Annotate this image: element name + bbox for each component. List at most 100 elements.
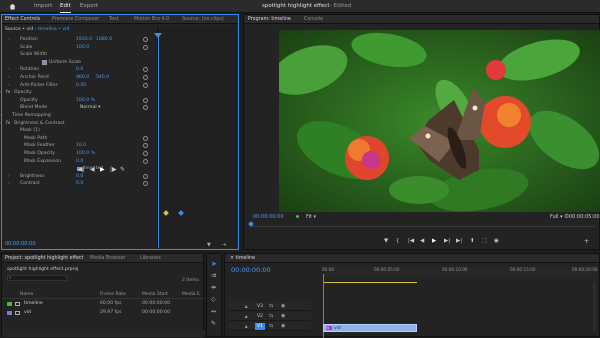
track-forward-icon[interactable]: |▶	[110, 166, 117, 173]
expand-chevron-icon[interactable]: ›	[8, 66, 10, 74]
track-select-icon[interactable]: ⇉	[211, 272, 216, 279]
expand-chevron-icon[interactable]: ›	[0, 89, 2, 97]
effect-row-value[interactable]: 0.0	[76, 173, 83, 181]
toggle-output-icon[interactable]: ◉	[281, 313, 285, 319]
effect-row[interactable]: Scale Width	[2, 51, 152, 59]
export-icon[interactable]: ⇥	[222, 242, 226, 248]
tab-timeline[interactable]: ✕ timeline	[230, 254, 255, 263]
lift-icon[interactable]: ⬆	[470, 238, 475, 244]
reset-keyframe-icon[interactable]	[143, 143, 148, 149]
track-label[interactable]: V1	[255, 323, 265, 330]
track-header-v2[interactable]: 🔒︎ V2 ⇆ ◉	[229, 312, 311, 321]
reset-keyframe-icon[interactable]	[143, 158, 148, 164]
reset-keyframe-icon[interactable]	[143, 97, 148, 103]
mark-out-icon[interactable]: {	[396, 238, 400, 244]
effect-row[interactable]: › Anti-flicker Filter 0.00	[2, 82, 152, 90]
ripple-edit-icon[interactable]: ⇹	[211, 284, 216, 291]
play-forward-icon[interactable]: ▶	[100, 166, 105, 173]
tab-program[interactable]: Program: timeline	[248, 15, 291, 24]
play-icon[interactable]: ▶	[432, 238, 436, 244]
effect-row[interactable]: Scale 100.0	[2, 44, 152, 52]
effect-row-value[interactable]: 0.00	[76, 82, 86, 90]
reset-keyframe-icon[interactable]	[143, 173, 148, 179]
effect-row[interactable]: Mask Feather 10.0	[2, 142, 152, 150]
effect-row[interactable]: › Anchor Point 960.0 540.0	[2, 74, 152, 82]
nav-import[interactable]: Import	[34, 0, 52, 13]
work-area-bar[interactable]	[323, 282, 417, 283]
home-icon[interactable]	[9, 3, 16, 10]
project-search-input[interactable]	[7, 275, 67, 281]
timeline-clip[interactable]: fx vid	[323, 324, 417, 332]
effect-row[interactable]: Mask Opacity 100.0 %	[2, 150, 152, 158]
effect-row[interactable]: › fx Brightness & Contrast	[0, 120, 152, 128]
program-video-frame[interactable]	[279, 30, 600, 212]
reset-keyframe-icon[interactable]	[143, 151, 148, 156]
camera-icon[interactable]: ◉	[494, 238, 499, 244]
reset-keyframe-icon[interactable]	[143, 67, 148, 73]
col-media-end[interactable]: Media E	[182, 292, 200, 297]
col-name[interactable]: Name	[20, 292, 33, 297]
nav-edit[interactable]: Edit	[60, 0, 71, 13]
tab-source[interactable]: Source: (no clips)	[182, 15, 224, 24]
go-to-out-icon[interactable]: ▶|	[456, 238, 462, 244]
add-button-icon[interactable]: +	[584, 238, 589, 245]
expand-chevron-icon[interactable]: ›	[0, 120, 2, 128]
toggle-output-icon[interactable]: ◉	[281, 303, 285, 309]
lock-icon[interactable]: 🔒︎	[245, 314, 247, 320]
reset-keyframe-icon[interactable]	[143, 44, 148, 50]
sequence-label[interactable]: timeline • vid	[38, 27, 69, 32]
reset-keyframe-icon[interactable]	[143, 105, 148, 111]
effect-row-value[interactable]: Normal ▾	[80, 104, 100, 112]
effect-row-value-2[interactable]: 1080.0	[96, 36, 112, 44]
effect-row[interactable]: Blend Mode Normal ▾	[2, 104, 152, 112]
sync-lock-icon[interactable]: ⇆	[269, 303, 273, 309]
effect-row[interactable]: › Brightness 0.0	[2, 173, 152, 181]
sync-lock-icon[interactable]: ⇆	[269, 313, 273, 319]
track-label[interactable]: V2	[255, 313, 265, 320]
effect-row[interactable]: Uniform Scale	[2, 59, 152, 67]
tab-effect-controls[interactable]: Effect Controls	[5, 15, 40, 24]
lock-icon[interactable]: 🔒︎	[245, 324, 247, 330]
sync-lock-icon[interactable]: ⇆	[269, 323, 273, 329]
reset-keyframe-icon[interactable]	[143, 135, 148, 141]
expand-chevron-icon[interactable]: ›	[8, 82, 10, 90]
effect-row-value[interactable]: 100.0 %	[76, 97, 95, 105]
effect-row-value[interactable]: 0.0	[76, 66, 83, 74]
fx-toggle-icon[interactable]: fx	[6, 89, 10, 97]
effect-row[interactable]: › Rotation 0.0	[2, 66, 152, 74]
label-color-swatch[interactable]	[7, 311, 12, 315]
checkbox[interactable]	[42, 60, 47, 65]
tab-premiere-composer[interactable]: Premiere Composer	[52, 15, 99, 24]
slip-tool-icon[interactable]: ↔	[211, 308, 216, 315]
project-item-row[interactable]: vid 29,97 fps 00:00:00:00	[2, 309, 205, 317]
filter-icon[interactable]: ▼	[207, 242, 211, 248]
effect-row[interactable]: › Time Remapping	[0, 112, 152, 120]
ec-playhead[interactable]	[158, 33, 159, 248]
play-backward-icon[interactable]: ◀	[90, 166, 95, 173]
tab-motion-bro[interactable]: Motion Bro 4.0	[134, 15, 169, 24]
effect-row-value[interactable]: 1920.0	[76, 36, 92, 44]
track-header-v3[interactable]: 🔒︎ V3 ⇆ ◉	[229, 302, 311, 311]
nav-export[interactable]: Export	[80, 0, 98, 13]
effect-row[interactable]: Opacity 100.0 %	[2, 97, 152, 105]
wrench-icon[interactable]: ✎	[120, 166, 125, 173]
reset-keyframe-icon[interactable]	[143, 37, 148, 42]
label-color-swatch[interactable]	[7, 302, 12, 306]
timeline-ruler[interactable]: 00:00 00:00:05:00 00:00:10:00 00:00:15:0…	[322, 266, 598, 278]
lock-icon[interactable]: 🔒︎	[245, 304, 247, 310]
program-timecode[interactable]: 00:00:00:00	[253, 214, 284, 220]
effect-row-value-2[interactable]: 540.0	[96, 74, 109, 82]
expand-chevron-icon[interactable]: ›	[8, 74, 10, 82]
expand-chevron-icon[interactable]: ›	[0, 112, 2, 120]
extract-icon[interactable]: ⬚	[482, 238, 487, 244]
project-item-row[interactable]: timeline 60,00 fps 00:00:00:00	[2, 300, 205, 308]
effect-row-value[interactable]: 100.0	[76, 44, 89, 52]
effect-row-value[interactable]: 10.0	[76, 142, 86, 150]
fx-toggle-icon[interactable]: fx	[6, 120, 10, 128]
effect-row-value[interactable]: 0.0	[76, 180, 83, 188]
fit-dropdown[interactable]: Fit ▾	[306, 214, 316, 220]
expand-chevron-icon[interactable]: ›	[8, 180, 10, 188]
tab-text[interactable]: Text	[109, 15, 119, 24]
effect-row[interactable]: › Position 1920.0 1080.0	[2, 36, 152, 44]
track-backward-icon[interactable]: ◀|	[78, 166, 85, 173]
